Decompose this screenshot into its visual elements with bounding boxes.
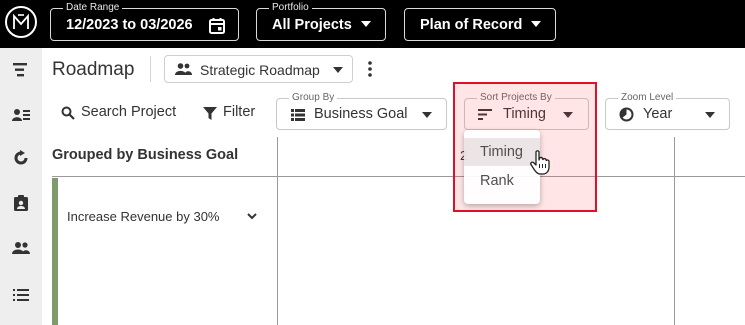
plan-value: Plan of Record xyxy=(420,17,523,33)
calendar-icon[interactable] xyxy=(208,17,226,35)
zoom-level-value: Year xyxy=(643,106,673,122)
logo-mark-icon xyxy=(13,13,29,29)
more-options-icon[interactable] xyxy=(364,60,376,78)
grid-header-divider xyxy=(52,176,745,177)
sort-option-rank[interactable]: Rank xyxy=(464,167,540,195)
roadmap-icon[interactable] xyxy=(11,60,31,80)
top-bar: Date Range 12/2023 to 03/2026 Portfolio … xyxy=(0,0,745,48)
people-list-icon[interactable] xyxy=(11,105,31,125)
plan-select[interactable]: Plan of Record xyxy=(404,8,556,41)
list-view-icon xyxy=(291,109,305,121)
clipboard-icon[interactable] xyxy=(11,193,31,213)
group-by-select[interactable]: Group By Business Goal xyxy=(276,92,447,130)
portfolio-value: All Projects xyxy=(272,17,352,33)
group-by-value: Business Goal xyxy=(314,106,408,122)
refresh-icon[interactable] xyxy=(11,148,31,168)
date-range-field[interactable]: Date Range 12/2023 to 03/2026 xyxy=(50,2,239,41)
zoom-level-select[interactable]: Zoom Level Year xyxy=(605,92,730,130)
caret-down-icon xyxy=(333,67,343,73)
portfolio-label: Portfolio xyxy=(269,2,312,14)
grid-column-divider xyxy=(277,137,278,325)
date-range-label: Date Range xyxy=(63,2,123,14)
date-range-value: 12/2023 to 03/2026 xyxy=(66,17,193,33)
search-project-label: Search Project xyxy=(81,104,177,120)
search-icon xyxy=(61,106,75,120)
sort-option-timing[interactable]: Timing xyxy=(464,138,540,166)
zoom-clock-icon xyxy=(619,107,634,122)
filter-label: Filter xyxy=(223,104,256,120)
page-title: Roadmap xyxy=(52,59,135,80)
portfolio-select[interactable]: Portfolio All Projects xyxy=(256,2,386,41)
view-selector[interactable]: Strategic Roadmap xyxy=(164,55,353,83)
group-column-header: Grouped by Business Goal xyxy=(52,147,239,163)
hand-pointer-icon xyxy=(530,150,550,175)
sort-option-label: Rank xyxy=(480,173,514,189)
group-by-label: Group By xyxy=(289,92,338,104)
grid-column-divider xyxy=(674,137,675,325)
list-icon[interactable] xyxy=(11,285,31,305)
caret-down-icon xyxy=(705,112,715,118)
app-logo[interactable] xyxy=(5,6,37,38)
group-row-increase-revenue[interactable]: Increase Revenue by 30% xyxy=(67,209,219,224)
left-sidebar xyxy=(0,48,42,325)
view-selector-label: Strategic Roadmap xyxy=(200,62,320,78)
chevron-down-icon[interactable] xyxy=(247,213,257,220)
caret-down-icon xyxy=(361,21,371,27)
sort-options-menu: Timing Rank xyxy=(464,130,540,204)
group-color-bar xyxy=(52,178,58,325)
filter-icon xyxy=(203,107,217,120)
caret-down-icon xyxy=(531,21,541,27)
group-row-label: Increase Revenue by 30% xyxy=(67,209,220,224)
team-icon[interactable] xyxy=(11,238,31,258)
caret-down-icon xyxy=(422,112,432,118)
sort-option-label: Timing xyxy=(480,144,523,160)
header-divider xyxy=(150,56,151,82)
zoom-level-label: Zoom Level xyxy=(618,92,677,104)
people-icon xyxy=(175,63,192,75)
